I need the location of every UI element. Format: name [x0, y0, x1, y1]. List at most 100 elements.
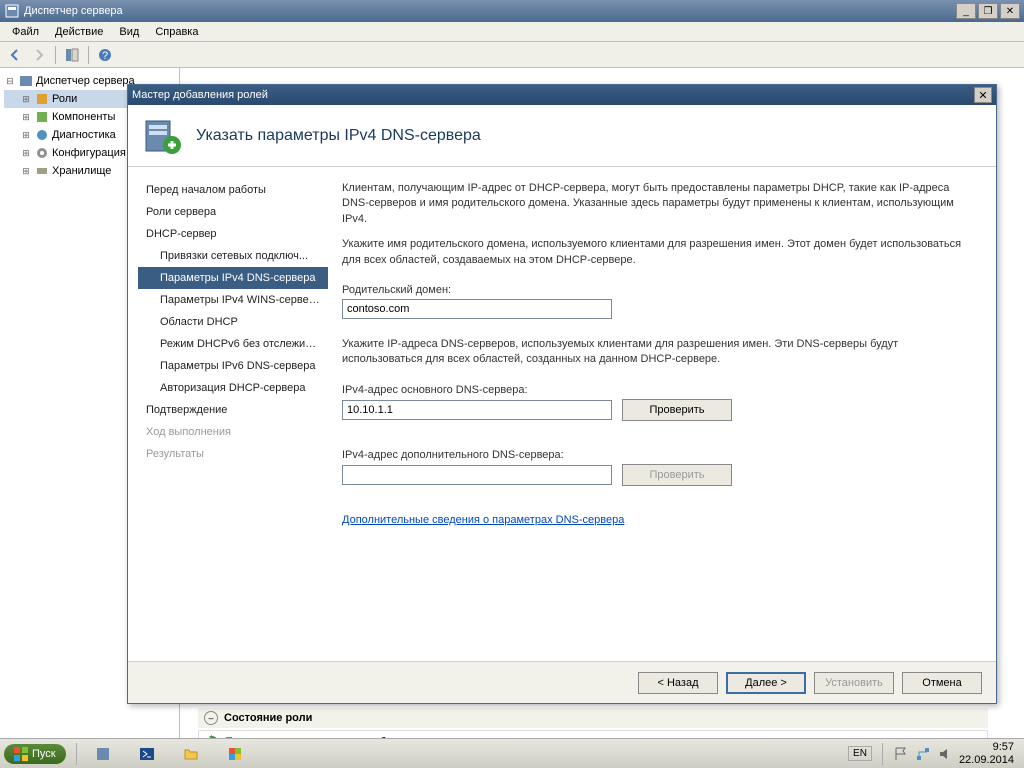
tray-time: 9:57: [959, 741, 1014, 753]
install-button: Установить: [814, 672, 894, 694]
taskbar-separator: [76, 743, 77, 765]
nav-server-roles[interactable]: Роли сервера: [138, 201, 328, 223]
wizard-header: Указать параметры IPv4 DNS-сервера: [128, 105, 996, 167]
intro-paragraph-2: Укажите имя родительского домена, исполь…: [342, 237, 978, 268]
taskbar-explorer[interactable]: [171, 742, 211, 766]
nav-dhcp-server[interactable]: DHCP-сервер: [138, 223, 328, 245]
tree-components-label: Компоненты: [52, 111, 115, 123]
expand-icon[interactable]: ⊞: [20, 112, 32, 123]
parent-domain-input[interactable]: [342, 299, 612, 319]
tray-date: 22.09.2014: [959, 754, 1014, 766]
wizard-body: Перед началом работы Роли сервера DHCP-с…: [128, 167, 996, 661]
powershell-icon: [139, 746, 155, 762]
back-button[interactable]: < Назад: [638, 672, 718, 694]
primary-dns-check-button[interactable]: Проверить: [622, 399, 732, 421]
help-button[interactable]: ?: [94, 44, 116, 66]
network-icon[interactable]: [915, 746, 931, 762]
taskbar-server-manager[interactable]: [83, 742, 123, 766]
wizard-header-title: Указать параметры IPv4 DNS-сервера: [196, 127, 481, 145]
minimize-button[interactable]: _: [956, 3, 976, 19]
nav-results: Результаты: [138, 443, 328, 465]
menu-file[interactable]: Файл: [4, 24, 47, 40]
nav-dhcpv6-mode[interactable]: Режим DHCPv6 без отслежив...: [138, 333, 328, 355]
tray-separator: [882, 743, 883, 765]
toolbar-separator: [88, 46, 89, 64]
secondary-dns-check-button: Проверить: [622, 464, 732, 486]
collapse-icon[interactable]: –: [204, 711, 218, 725]
tree-storage-label: Хранилище: [52, 165, 111, 177]
more-info-link[interactable]: Дополнительные сведения о параметрах DNS…: [342, 514, 978, 526]
expand-icon[interactable]: ⊞: [20, 166, 32, 177]
nav-dhcp-auth[interactable]: Авторизация DHCP-сервера: [138, 377, 328, 399]
expand-icon[interactable]: ⊟: [4, 76, 16, 87]
toolbar-separator: [55, 46, 56, 64]
expand-icon[interactable]: ⊞: [20, 94, 32, 105]
role-status-header[interactable]: – Состояние роли: [198, 708, 988, 728]
app-icon: [227, 746, 243, 762]
tray-clock[interactable]: 9:57 22.09.2014: [959, 741, 1014, 765]
tree-diagnostics-label: Диагностика: [52, 129, 116, 141]
menu-action[interactable]: Действие: [47, 24, 111, 40]
gear-icon: [34, 145, 50, 161]
tree-root-label: Диспетчер сервера: [36, 75, 135, 87]
diagnostics-icon: [34, 127, 50, 143]
parent-domain-label: Родительский домен:: [342, 284, 978, 296]
menubar: Файл Действие Вид Справка: [0, 22, 1024, 42]
expand-icon[interactable]: ⊞: [20, 148, 32, 159]
nav-ipv6-dns[interactable]: Параметры IPv6 DNS-сервера: [138, 355, 328, 377]
start-button[interactable]: Пуск: [4, 744, 66, 764]
wizard-content: Клиентам, получающим IP-адрес от DHCP-се…: [328, 167, 996, 661]
server-manager-icon: [95, 746, 111, 762]
menu-help[interactable]: Справка: [147, 24, 206, 40]
nav-confirmation[interactable]: Подтверждение: [138, 399, 328, 421]
folder-icon: [183, 746, 199, 762]
windows-logo-icon: [14, 747, 28, 761]
add-roles-wizard: Мастер добавления ролей ✕ Указать параме…: [127, 84, 997, 704]
role-status-title: Состояние роли: [224, 712, 982, 724]
wizard-close-button[interactable]: ✕: [974, 87, 992, 103]
nav-ipv4-wins[interactable]: Параметры IPv4 WINS-сервера: [138, 289, 328, 311]
secondary-dns-label: IPv4-адрес дополнительного DNS-сервера:: [342, 449, 978, 461]
show-hide-button[interactable]: [61, 44, 83, 66]
wizard-footer: < Назад Далее > Установить Отмена: [128, 661, 996, 703]
cancel-button[interactable]: Отмена: [902, 672, 982, 694]
taskbar-powershell[interactable]: [127, 742, 167, 766]
flag-icon[interactable]: [893, 746, 909, 762]
close-button[interactable]: ✕: [1000, 3, 1020, 19]
maximize-button[interactable]: ❐: [978, 3, 998, 19]
main-titlebar: Диспетчер сервера _ ❐ ✕: [0, 0, 1024, 22]
menu-view[interactable]: Вид: [111, 24, 147, 40]
server-icon: [18, 73, 34, 89]
main-window-title: Диспетчер сервера: [24, 5, 956, 17]
server-role-icon: [142, 115, 184, 157]
tree-roles-label: Роли: [52, 93, 77, 105]
wizard-title: Мастер добавления ролей: [132, 89, 974, 101]
server-manager-icon: [4, 3, 20, 19]
nav-progress: Ход выполнения: [138, 421, 328, 443]
nav-network-bindings[interactable]: Привязки сетевых подключ...: [138, 245, 328, 267]
dns-paragraph: Укажите IP-адреса DNS-серверов, использу…: [342, 337, 978, 368]
secondary-dns-input[interactable]: [342, 465, 612, 485]
storage-icon: [34, 163, 50, 179]
taskbar: Пуск EN 9:57 22.09.2014: [0, 738, 1024, 768]
svg-text:?: ?: [102, 50, 108, 62]
nav-before-begin[interactable]: Перед началом работы: [138, 179, 328, 201]
sound-icon[interactable]: [937, 746, 953, 762]
nav-ipv4-dns[interactable]: Параметры IPv4 DNS-сервера: [138, 267, 328, 289]
nav-dhcp-scopes[interactable]: Области DHCP: [138, 311, 328, 333]
primary-dns-input[interactable]: [342, 400, 612, 420]
components-icon: [34, 109, 50, 125]
tree-configuration-label: Конфигурация: [52, 147, 126, 159]
expand-icon[interactable]: ⊞: [20, 130, 32, 141]
language-indicator[interactable]: EN: [848, 746, 872, 761]
wizard-titlebar: Мастер добавления ролей ✕: [128, 85, 996, 105]
start-label: Пуск: [32, 748, 56, 760]
toolbar: ?: [0, 42, 1024, 68]
forward-button[interactable]: [28, 44, 50, 66]
roles-icon: [34, 91, 50, 107]
next-button[interactable]: Далее >: [726, 672, 806, 694]
taskbar-app[interactable]: [215, 742, 255, 766]
system-tray: EN 9:57 22.09.2014: [848, 741, 1020, 765]
wizard-nav: Перед началом работы Роли сервера DHCP-с…: [128, 167, 328, 661]
back-button[interactable]: [4, 44, 26, 66]
